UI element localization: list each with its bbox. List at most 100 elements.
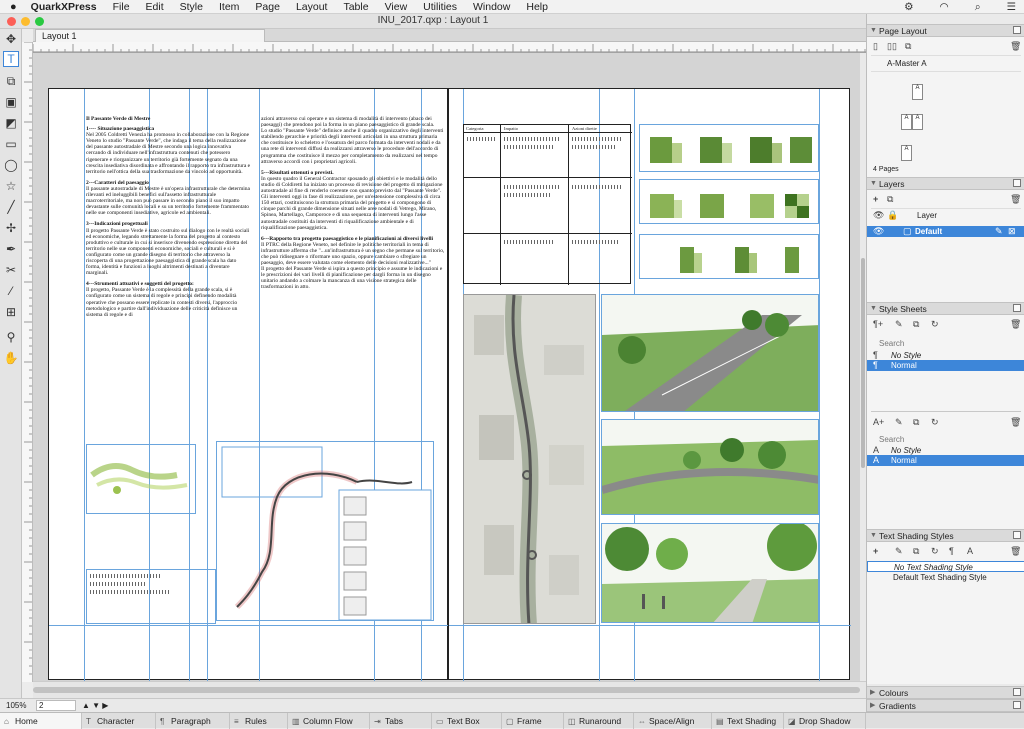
zoom-field[interactable]: 105% <box>6 701 32 710</box>
text-box-column-2[interactable]: azioni attraverso cui operare e un siste… <box>261 116 446 396</box>
character-icon[interactable]: A <box>967 546 973 556</box>
search-icon[interactable]: ⌕ <box>975 1 981 14</box>
menu-edit[interactable]: Edit <box>146 1 164 13</box>
picture-box-render-highway[interactable] <box>601 294 819 412</box>
facing-page-icon[interactable]: ▯▯ <box>887 41 897 52</box>
panel-menu-icon[interactable] <box>1013 531 1021 539</box>
tab-drop-shadow[interactable]: ◪ Drop Shadow <box>784 713 866 729</box>
shading-default[interactable]: Default Text Shading Style <box>867 572 1024 583</box>
chevron-right-icon[interactable]: ▶ <box>870 700 875 712</box>
horizontal-scroll-thumb[interactable] <box>33 687 860 693</box>
chevron-down-icon[interactable]: ▼ <box>870 178 877 190</box>
menu-window[interactable]: Window <box>473 1 510 13</box>
page-thumb-4[interactable]: A <box>901 145 912 161</box>
tab-tabs[interactable]: ⇥ Tabs <box>370 713 432 729</box>
eye-icon[interactable]: 👁 <box>873 226 884 237</box>
edit-layer-icon[interactable]: ✎ <box>995 226 1003 237</box>
tab-character[interactable]: T Character <box>82 713 156 729</box>
oval-box-tool-icon[interactable]: ◯ <box>3 157 19 173</box>
panel-menu-icon[interactable] <box>1013 304 1021 312</box>
blank-page-icon[interactable]: ▯ <box>873 41 878 52</box>
text-shading-header[interactable]: ▼ Text Shading Styles <box>867 529 1024 542</box>
chevron-down-icon[interactable]: ▼ <box>870 303 877 315</box>
menu-item[interactable]: Item <box>219 1 239 13</box>
page-right[interactable]: Categoria Impatto Azioni dirette <box>448 88 851 681</box>
colours-header[interactable]: ▶ Colours <box>867 686 1024 699</box>
edit-style-icon[interactable]: ✎ <box>895 319 903 330</box>
trash-icon[interactable]: 🗑 <box>1010 194 1021 205</box>
tab-space-align[interactable]: ⇔ Space/Align <box>634 713 712 729</box>
new-paragraph-style-icon[interactable]: ¶+ <box>873 319 883 329</box>
menu-view[interactable]: View <box>385 1 408 13</box>
picture-box-render-park[interactable] <box>601 523 819 623</box>
menu-file[interactable]: File <box>113 1 130 13</box>
tab-column-flow[interactable]: ▥ Column Flow <box>288 713 370 729</box>
chevron-right-icon[interactable]: ▶ <box>870 687 875 699</box>
tab-paragraph[interactable]: ¶ Paragraph <box>156 713 230 729</box>
app-menu[interactable]: QuarkXPress <box>31 1 97 13</box>
picture-box-route-map[interactable] <box>216 441 434 621</box>
picture-box-render-junction[interactable] <box>601 419 819 515</box>
control-center-icon[interactable]: ☰ <box>1007 1 1016 13</box>
menu-style[interactable]: Style <box>180 1 203 13</box>
chevron-down-icon[interactable]: ▼ <box>870 530 877 542</box>
layers-header[interactable]: ▼ Layers <box>867 177 1024 190</box>
tab-text-shading[interactable]: ▤ Text Shading <box>712 713 784 729</box>
edit-style-icon[interactable]: ✎ <box>895 417 903 428</box>
copy-page-icon[interactable]: ⧉ <box>905 41 911 52</box>
page-nav-icons[interactable]: ▲ ▼ ▶ <box>82 701 108 710</box>
tab-frame[interactable]: ▢ Frame <box>502 713 564 729</box>
text-content-tool-icon[interactable]: T <box>3 51 19 67</box>
picture-box-aerial-map[interactable] <box>463 294 596 624</box>
picture-box-small-map[interactable] <box>86 444 196 514</box>
add-shading-icon[interactable]: + <box>873 546 878 556</box>
tab-runaround[interactable]: ◫ Runaround <box>564 713 634 729</box>
impact-table[interactable]: Categoria Impatto Azioni dirette <box>463 124 632 285</box>
trash-icon[interactable]: 🗑 <box>1010 546 1021 557</box>
refresh-icon[interactable]: ↻ <box>931 546 939 557</box>
panel-menu-icon[interactable] <box>1013 701 1021 709</box>
layer-options-icon[interactable]: ⊠ <box>1008 226 1016 237</box>
chevron-down-icon[interactable]: ▼ <box>870 25 877 37</box>
page-thumb-3[interactable]: A <box>912 114 923 130</box>
horizontal-scrollbar[interactable] <box>33 681 866 698</box>
paragraph-style-normal[interactable]: Normal <box>867 360 1024 371</box>
layout-tab[interactable]: Layout 1 <box>35 29 265 42</box>
star-box-tool-icon[interactable]: ☆ <box>3 178 19 194</box>
text-linking-tool-icon[interactable]: ⧉ <box>3 73 19 89</box>
picture-box-sections-3[interactable] <box>639 234 819 279</box>
table-tool-icon[interactable]: ⊞ <box>3 304 19 320</box>
picture-box-sections-2[interactable] <box>639 179 819 224</box>
add-layer-icon[interactable]: + <box>873 194 878 204</box>
rectangle-box-tool-icon[interactable]: ▭ <box>3 136 19 152</box>
trash-icon[interactable]: 🗑 <box>1010 417 1021 428</box>
wifi-icon[interactable]: ◠ <box>940 1 949 13</box>
new-character-style-icon[interactable]: A+ <box>873 417 884 427</box>
panel-menu-icon[interactable] <box>1013 179 1021 187</box>
vertical-scroll-thumb[interactable] <box>861 258 865 468</box>
master-a[interactable]: A-Master A <box>867 58 1024 69</box>
edit-style-icon[interactable]: ✎ <box>895 546 903 557</box>
menu-table[interactable]: Table <box>343 1 368 13</box>
layout-canvas[interactable]: Il Passante Verde di Mestre 1---- Situaz… <box>33 53 860 681</box>
panel-menu-icon[interactable] <box>1013 26 1021 34</box>
picture-box-sections-1[interactable] <box>639 124 819 172</box>
text-box-column-1[interactable]: Il Passante Verde di Mestre 1---- Situaz… <box>86 116 251 396</box>
page-left[interactable]: Il Passante Verde di Mestre 1---- Situaz… <box>48 88 449 681</box>
duplicate-style-icon[interactable]: ⧉ <box>913 319 919 330</box>
menu-layout[interactable]: Layout <box>296 1 328 13</box>
item-tool-icon[interactable]: ✥ <box>3 31 19 47</box>
picture-content-tool-icon[interactable]: ▣ <box>3 94 19 110</box>
scissors-tool-icon[interactable]: ✂ <box>3 262 19 278</box>
page-thumb-2[interactable]: A <box>901 114 912 130</box>
apple-icon[interactable]: ● <box>10 1 17 13</box>
zoom-tool-icon[interactable]: ⚲ <box>3 329 19 345</box>
eyedropper-tool-icon[interactable]: ⁄ <box>3 283 19 299</box>
menu-page[interactable]: Page <box>255 1 280 13</box>
vertical-ruler[interactable] <box>22 41 33 682</box>
tab-home[interactable]: ⌂ Home <box>0 713 82 729</box>
menu-utilities[interactable]: Utilities <box>423 1 457 13</box>
bezier-tool-icon[interactable]: ✢ <box>3 220 19 236</box>
refresh-icon[interactable]: ↻ <box>931 417 939 428</box>
menu-help[interactable]: Help <box>526 1 548 13</box>
